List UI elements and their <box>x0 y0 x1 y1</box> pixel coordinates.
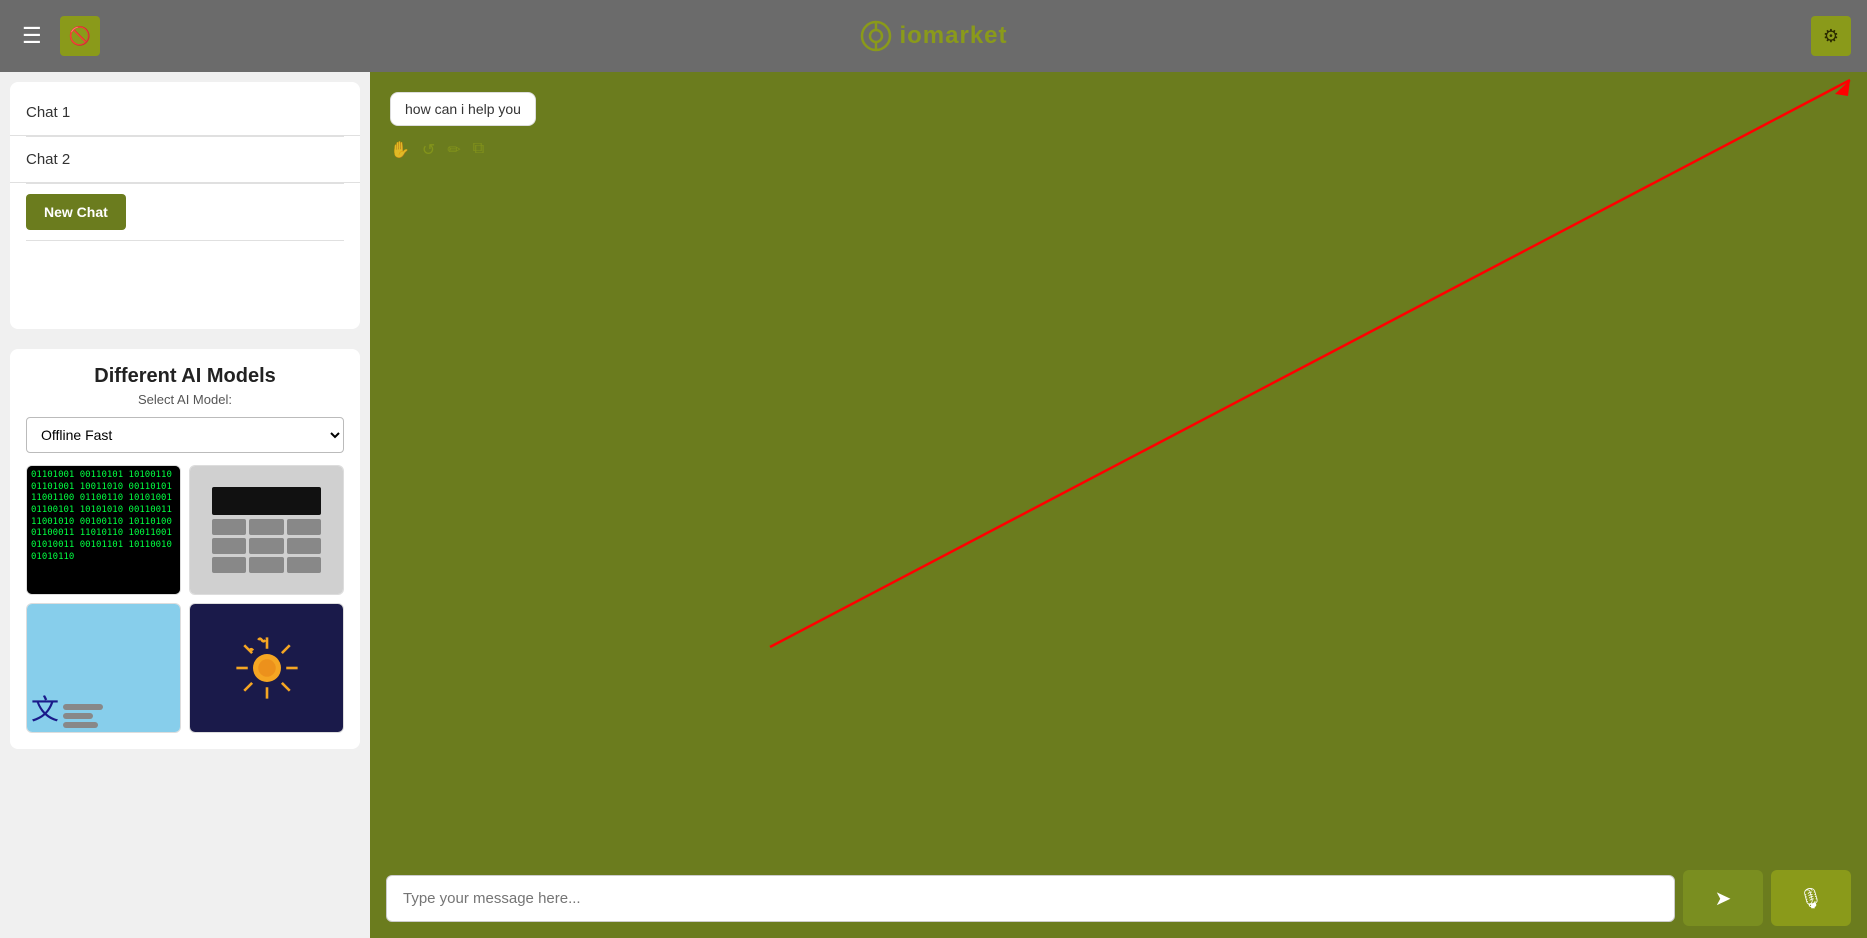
model-thumb-matrix[interactable]: 01101001 00110101 10100110 01101001 1001… <box>26 465 181 595</box>
mic-button[interactable]: 🎙 <box>1771 870 1851 926</box>
eye-slash-icon: 🚫 <box>69 26 91 47</box>
matrix-visual: 01101001 00110101 10100110 01101001 1001… <box>27 466 180 594</box>
logo-icon <box>859 20 891 52</box>
edit-icon[interactable]: ✏ <box>447 140 460 160</box>
copy-icon[interactable]: ⧉ <box>473 140 484 160</box>
header: ☰ 🚫 iomarket ⚙ <box>0 0 1867 72</box>
translate-lines <box>63 704 103 728</box>
eye-button[interactable]: 🚫 <box>60 16 100 56</box>
greeting-bubble: how can i help you <box>390 92 536 126</box>
ai-models-panel: Different AI Models Select AI Model: Off… <box>10 349 360 749</box>
calc-buttons <box>212 519 322 573</box>
sidebar: Chat 1 Chat 2 New Chat Different AI Mode… <box>0 72 370 938</box>
new-chat-button[interactable]: New Chat <box>26 194 126 230</box>
calc-btn-1 <box>212 519 247 535</box>
model-thumb-calculator[interactable] <box>189 465 344 595</box>
send-icon: ➤ <box>1715 886 1732 911</box>
model-thumb-translate[interactable]: 文 <box>26 603 181 733</box>
sun-svg <box>232 633 302 703</box>
calc-btn-3 <box>287 519 322 535</box>
divider-2 <box>26 183 344 184</box>
ai-model-select[interactable]: Offline Fast GPT-4 Claude Gemini <box>26 417 344 453</box>
send-button[interactable]: ➤ <box>1683 870 1763 926</box>
model-thumb-sun[interactable] <box>189 603 344 733</box>
chat-item-1[interactable]: Chat 1 <box>10 90 360 136</box>
main-layout: Chat 1 Chat 2 New Chat Different AI Mode… <box>0 72 1867 938</box>
calc-btn-9 <box>287 557 322 573</box>
mic-icon: 🎙 <box>1798 886 1823 911</box>
calc-screen <box>212 487 322 515</box>
matrix-text-1: 01101001 00110101 10100110 01101001 1001… <box>31 470 176 564</box>
translate-icon: 文 <box>31 688 59 728</box>
empty-space <box>10 241 360 321</box>
logo-text: iomarket <box>899 22 1007 50</box>
chat-messages: how can i help you ✋ ↺ ✏ ⧉ <box>370 72 1867 858</box>
sun-visual <box>190 604 343 732</box>
calc-btn-4 <box>212 538 247 554</box>
calculator-visual <box>190 466 343 594</box>
chat-list-panel: Chat 1 Chat 2 New Chat <box>10 82 360 329</box>
translate-line-3 <box>63 722 98 728</box>
content-area: how can i help you ✋ ↺ ✏ ⧉ ➤ <box>370 72 1867 938</box>
settings-button[interactable]: ⚙ <box>1811 16 1851 56</box>
message-actions: ✋ ↺ ✏ ⧉ <box>390 140 1847 160</box>
message-input[interactable] <box>386 875 1675 922</box>
header-right: ⚙ <box>1811 16 1851 56</box>
chat-item-2[interactable]: Chat 2 <box>10 137 360 183</box>
hamburger-button[interactable]: ☰ <box>16 21 48 51</box>
message-container: how can i help you ✋ ↺ ✏ ⧉ <box>390 92 1847 160</box>
translate-visual: 文 <box>27 604 180 732</box>
annotation-arrow <box>370 72 1867 858</box>
calc-btn-6 <box>287 538 322 554</box>
calc-btn-2 <box>249 519 284 535</box>
header-center: iomarket <box>859 20 1007 52</box>
refresh-icon[interactable]: ↺ <box>422 140 435 160</box>
header-left: ☰ 🚫 <box>16 16 100 56</box>
gear-icon: ⚙ <box>1823 26 1839 47</box>
calc-btn-8 <box>249 557 284 573</box>
calc-btn-5 <box>249 538 284 554</box>
translate-line-2 <box>63 713 93 719</box>
calc-btn-7 <box>212 557 247 573</box>
model-thumbnails: 01101001 00110101 10100110 01101001 1001… <box>26 465 344 733</box>
ai-models-subtitle: Select AI Model: <box>26 392 344 407</box>
translate-line-1 <box>63 704 103 710</box>
ai-models-title: Different AI Models <box>26 365 344 388</box>
hand-icon[interactable]: ✋ <box>390 140 410 160</box>
input-area: ➤ 🎙 <box>370 858 1867 938</box>
